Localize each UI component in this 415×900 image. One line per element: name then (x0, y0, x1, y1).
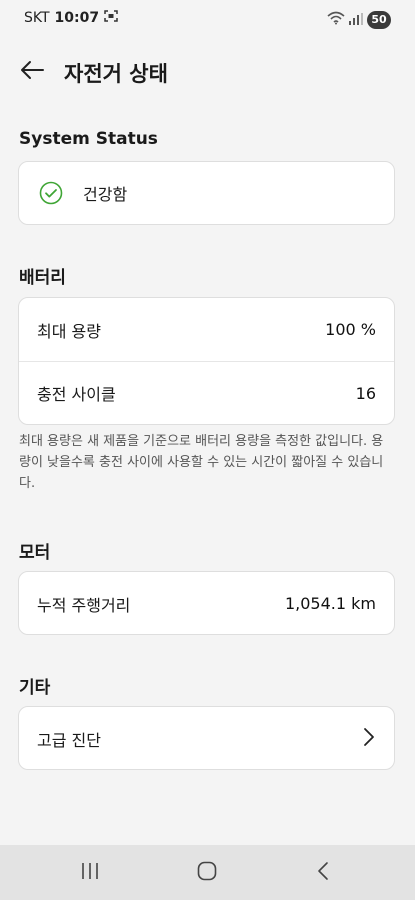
battery-note: 최대 용량은 새 제품을 기준으로 배터리 용량을 측정한 값입니다. 용량이 … (19, 434, 384, 491)
charge-cycle-value: 16 (355, 383, 376, 403)
motor-heading: 모터 (19, 543, 51, 563)
battery-heading: 배터리 (19, 268, 66, 288)
recent-apps-button[interactable] (75, 859, 105, 887)
max-capacity-row: 최대 용량 100 % (19, 298, 394, 361)
motor-card: 누적 주행거리 1,054.1 km (18, 571, 395, 635)
home-button[interactable] (192, 859, 222, 887)
system-status-card: 건강함 (18, 161, 395, 225)
battery-indicator: 50 (367, 10, 391, 29)
clock: 10:07 (54, 10, 100, 26)
total-distance-value: 1,054.1 km (284, 594, 376, 613)
etc-heading: 기타 (19, 678, 51, 698)
back-button[interactable] (14, 56, 50, 88)
wifi-icon (327, 10, 345, 29)
page-title: 자전거 상태 (64, 62, 168, 86)
status-bar-right: 50 (327, 10, 391, 29)
charge-cycle-label: 충전 사이클 (37, 385, 116, 404)
status-bar: SKT 10:07 50 (0, 0, 415, 36)
recent-apps-icon (80, 862, 100, 884)
navigation-bar (0, 845, 415, 900)
system-back-button[interactable] (308, 859, 338, 887)
screenshot-icon (104, 10, 118, 26)
battery-card: 최대 용량 100 % 충전 사이클 16 (18, 297, 395, 425)
etc-card: 고급 진단 (18, 706, 395, 770)
max-capacity-value: 100 % (325, 320, 376, 339)
max-capacity-label: 최대 용량 (37, 321, 101, 341)
arrow-left-icon (19, 60, 45, 84)
advanced-diagnostics-label: 고급 진단 (37, 730, 101, 750)
carrier-label: SKT (24, 10, 50, 26)
system-status-value: 건강함 (83, 185, 128, 204)
total-distance-label: 누적 주행거리 (37, 595, 131, 615)
total-distance-row: 누적 주행거리 1,054.1 km (19, 572, 394, 634)
home-icon (197, 861, 217, 885)
chevron-right-icon (362, 727, 376, 751)
system-status-row: 건강함 (19, 162, 394, 224)
system-status-heading: System Status (19, 129, 158, 149)
advanced-diagnostics-row[interactable]: 고급 진단 (19, 707, 394, 769)
signal-icon (349, 10, 363, 29)
charge-cycle-row: 충전 사이클 16 (19, 361, 394, 424)
back-icon (316, 861, 330, 885)
app-header: 자전거 상태 (0, 36, 415, 108)
check-circle-icon (39, 181, 63, 205)
status-bar-left: SKT 10:07 (24, 10, 118, 26)
